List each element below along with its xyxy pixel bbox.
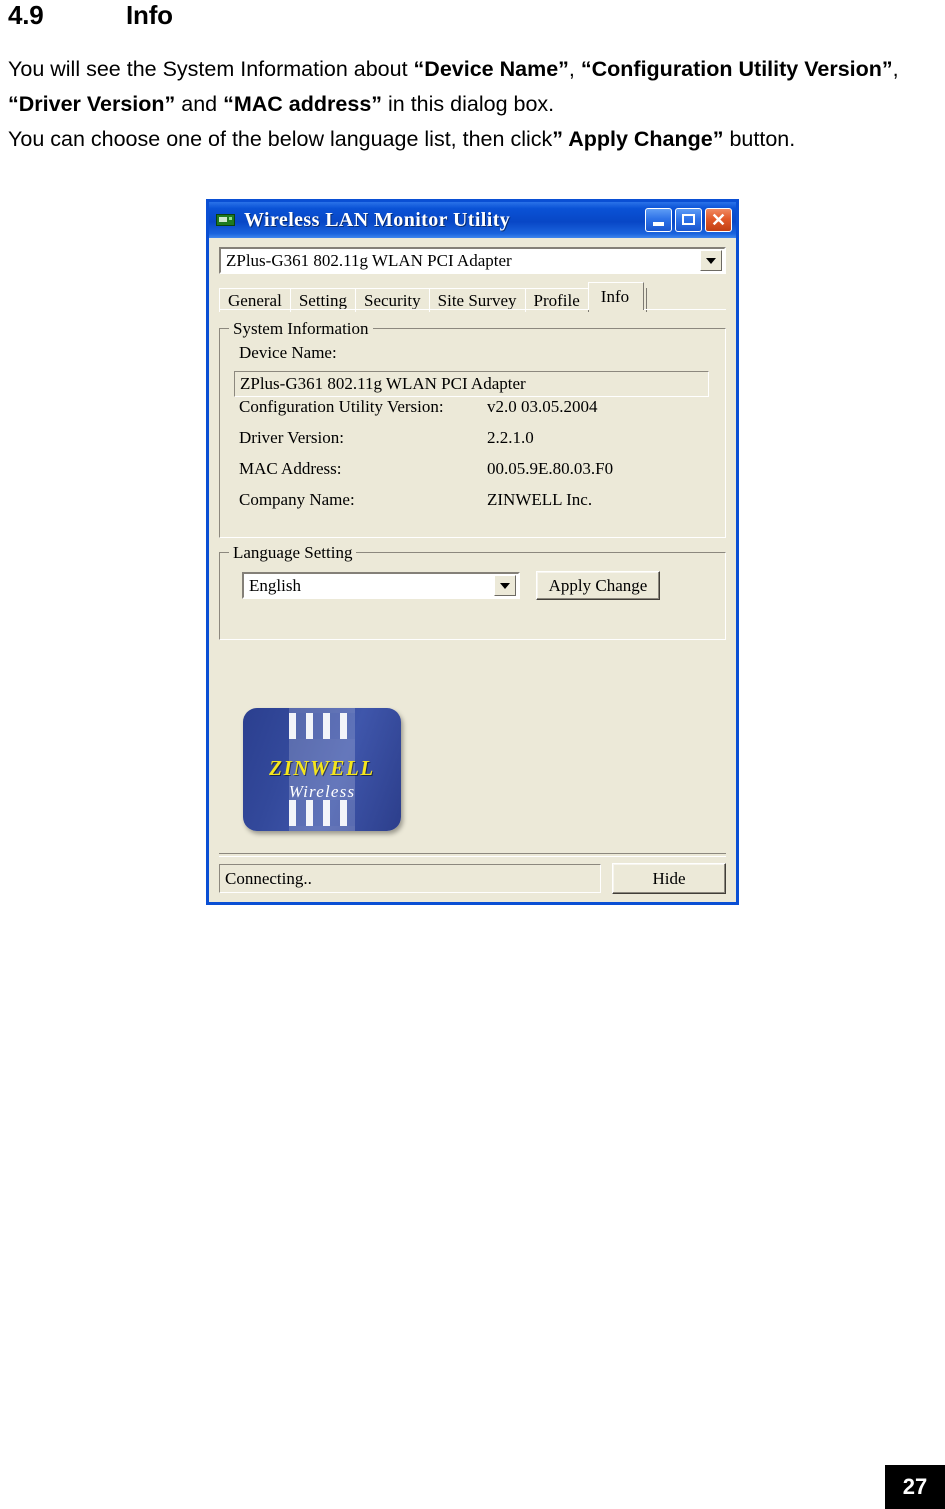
logo-stripes-top — [288, 713, 356, 739]
p1-text-2: , — [568, 57, 581, 81]
row-configuration-utility-version: Configuration Utility Version: v2.0 03.0… — [239, 397, 715, 428]
window-client-area: ZPlus-G361 802.11g WLAN PCI Adapter Gene… — [209, 238, 736, 902]
tab-panel-info: System Information Device Name: ZPlus-G3… — [219, 309, 726, 640]
logo-brand-text: ZINWELL — [269, 756, 375, 780]
configuration-utility-version-value: v2.0 03.05.2004 — [487, 397, 598, 416]
maximize-icon — [682, 214, 695, 225]
adapter-select[interactable]: ZPlus-G361 802.11g WLAN PCI Adapter — [219, 247, 726, 274]
language-setting-group: Language Setting English Apply Change — [219, 543, 726, 640]
p1-text-3: , — [892, 57, 899, 81]
driver-version-label: Driver Version: — [239, 428, 344, 447]
tab-info[interactable]: Info — [587, 282, 645, 310]
zinwell-logo: ZINWELL Wireless — [243, 708, 401, 831]
row-driver-version: Driver Version: 2.2.1.0 — [239, 428, 715, 459]
section-title: Info — [126, 0, 173, 30]
system-information-legend: System Information — [229, 319, 373, 339]
wireless-lan-monitor-utility-window: Wireless LAN Monitor Utility ✕ ZPlus-G36… — [206, 199, 739, 905]
window-title: Wireless LAN Monitor Utility — [244, 208, 511, 231]
document-body: You will see the System Information abou… — [8, 52, 936, 157]
p1-text-4: and — [175, 92, 224, 116]
page-title: 4.9 Info — [8, 0, 173, 31]
minimize-button[interactable] — [645, 208, 672, 232]
company-name-label: Company Name: — [239, 490, 355, 509]
system-information-group: System Information Device Name: ZPlus-G3… — [219, 319, 726, 538]
language-select[interactable]: English — [242, 572, 520, 599]
chevron-down-icon — [500, 582, 510, 589]
logo-tagline-text: Wireless — [288, 782, 356, 801]
page-number: 27 — [885, 1465, 945, 1509]
p2-bold-apply-change: ” Apply Change” — [552, 127, 724, 151]
chevron-down-icon — [706, 257, 716, 264]
window-titlebar[interactable]: Wireless LAN Monitor Utility ✕ — [209, 202, 736, 238]
section-number: 4.9 — [8, 0, 44, 30]
status-text: Connecting.. — [219, 864, 601, 893]
mac-address-label: MAC Address: — [239, 459, 342, 478]
device-name-value: ZPlus-G361 802.11g WLAN PCI Adapter — [234, 371, 709, 397]
p1-text-1: You will see the System Information abou… — [8, 57, 414, 81]
language-setting-legend: Language Setting — [229, 543, 357, 563]
row-company-name: Company Name: ZINWELL Inc. — [239, 490, 715, 521]
apply-change-button[interactable]: Apply Change — [536, 571, 660, 600]
company-name-value: ZINWELL Inc. — [487, 490, 593, 509]
paragraph-2: You can choose one of the below language… — [8, 122, 936, 157]
adapter-select-arrow-button[interactable] — [700, 250, 722, 271]
p1-bold-device-name: “Device Name” — [413, 57, 569, 81]
language-row: English Apply Change — [242, 571, 715, 600]
tab-bar: General Setting Security Site Survey Pro… — [219, 282, 726, 312]
language-select-value: English — [249, 575, 301, 595]
logo-stripes-bottom — [288, 800, 356, 826]
adapter-select-value: ZPlus-G361 802.11g WLAN PCI Adapter — [226, 250, 512, 270]
minimize-icon — [653, 222, 664, 226]
device-name-label: Device Name: — [239, 343, 337, 362]
p2-text-1: You can choose one of the below language… — [8, 127, 553, 151]
p1-bold-config-utility-version: “Configuration Utility Version” — [580, 57, 893, 81]
close-icon: ✕ — [710, 210, 727, 230]
configuration-utility-version-label: Configuration Utility Version: — [239, 397, 444, 416]
p1-bold-driver-version: “Driver Version” — [8, 92, 176, 116]
status-separator — [219, 853, 726, 857]
network-card-icon — [216, 212, 235, 228]
row-mac-address: MAC Address: 00.05.9E.80.03.F0 — [239, 459, 715, 490]
p1-bold-mac-address: “MAC address” — [223, 92, 383, 116]
paragraph-1: You will see the System Information abou… — [8, 52, 936, 122]
language-select-arrow-button[interactable] — [494, 575, 516, 596]
maximize-button[interactable] — [675, 208, 702, 232]
mac-address-value: 00.05.9E.80.03.F0 — [487, 459, 614, 478]
p2-text-2: button. — [723, 127, 796, 151]
window-controls: ✕ — [645, 208, 732, 232]
close-button[interactable]: ✕ — [705, 208, 732, 232]
hide-button[interactable]: Hide — [612, 863, 726, 894]
status-bar: Connecting.. Hide — [219, 863, 726, 894]
driver-version-value: 2.2.1.0 — [487, 428, 534, 447]
p1-text-5: in this dialog box. — [382, 92, 555, 116]
